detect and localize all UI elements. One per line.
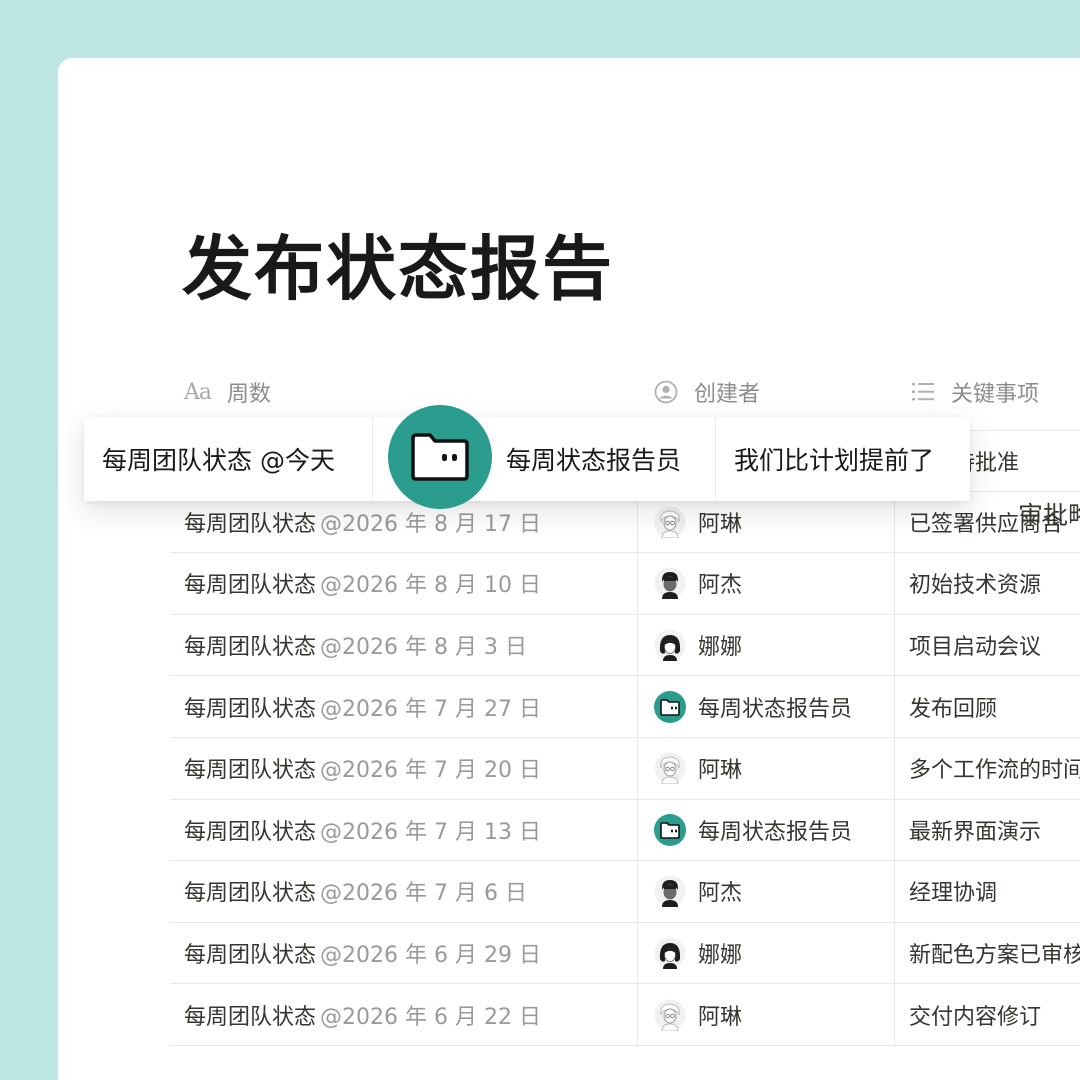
dragged-row-key-item: 我们比计划提前了 <box>734 446 935 475</box>
avatar <box>654 875 686 908</box>
week-cell[interactable]: 每周团队状态 @2026 年 8 月 3 日 <box>184 615 636 676</box>
week-cell[interactable]: 每周团队状态 @2026 年 6 月 22 日 <box>184 984 636 1045</box>
week-date-mention[interactable]: @2026 年 7 月 6 日 <box>320 875 527 907</box>
column-header-label: 周数 <box>227 382 272 407</box>
key-item-cell[interactable]: 初始技术资源 <box>894 553 1080 614</box>
table-row[interactable]: 每周团队状态 @2026 年 7 月 6 日 阿杰 经理协调 <box>170 861 1080 923</box>
key-item-text: 经理协调 <box>909 881 998 907</box>
avatar <box>654 629 686 662</box>
creator-cell[interactable]: 阿琳 <box>637 984 894 1045</box>
creator-name: 阿琳 <box>698 758 743 784</box>
table-row[interactable]: 每周团队状态 @2026 年 8 月 10 日 阿杰 初始技术资源 <box>170 553 1080 615</box>
creator-cell[interactable]: 阿琳 <box>637 737 894 799</box>
folder-face-icon <box>654 690 686 723</box>
creator-name: 娜娜 <box>698 943 743 969</box>
key-item-cell[interactable]: 最新界面演示 <box>894 799 1080 861</box>
dragged-row-creator: 每周状态报告员 <box>388 405 682 509</box>
creator-name: 阿琳 <box>698 1004 743 1030</box>
creator-name: 阿杰 <box>698 881 743 907</box>
avatar <box>654 506 686 538</box>
table-row[interactable]: 每周团队状态 @2026 年 6 月 22 日 阿琳 交付内容修订 <box>170 984 1080 1046</box>
key-item-text: 多个工作流的时间 <box>909 758 1080 784</box>
week-title: 每周团队状态 <box>184 943 317 969</box>
text-aa-icon: Aa <box>184 379 212 405</box>
week-date-mention[interactable]: @2026 年 6 月 29 日 <box>320 937 541 969</box>
week-title: 每周团队状态 <box>184 881 317 907</box>
creator-name: 阿琳 <box>698 511 743 537</box>
table-header: Aa 周数 创建者 关键事项 <box>170 370 1080 414</box>
week-cell[interactable]: 每周团队状态 @2026 年 7 月 20 日 <box>184 738 636 799</box>
key-item-cell[interactable]: 发布回顾 <box>894 676 1080 737</box>
creator-cell[interactable]: 阿杰 <box>637 553 894 614</box>
column-header-label: 关键事项 <box>951 382 1040 407</box>
column-header-creator[interactable]: 创建者 <box>654 370 760 414</box>
table-row[interactable]: 每周团队状态 @2026 年 8 月 3 日 娜娜 项目启动会议 <box>170 614 1080 677</box>
week-title: 每周团队状态 <box>184 696 317 722</box>
week-cell[interactable]: 每周团队状态 @2026 年 7 月 27 日 <box>184 676 636 737</box>
week-cell[interactable]: 每周团队状态 @2026 年 7 月 6 日 <box>184 861 636 922</box>
dragged-row[interactable]: 每周团队状态 @今天 每周状态报告员 我们比计划提前了 <box>84 405 970 509</box>
creator-name: 每周状态报告员 <box>698 696 853 722</box>
week-date-mention[interactable]: @2026 年 7 月 13 日 <box>320 814 541 846</box>
cell-divider <box>372 417 373 501</box>
key-item-text: 新配色方案已审核 <box>909 943 1080 969</box>
week-title: 每周团队状态 <box>184 819 317 845</box>
creator-cell[interactable]: 每周状态报告员 <box>637 676 894 737</box>
page-card: 发布状态报告 Aa 周数 创建者 关键事项 审批 每周团队状态 @2026 年 … <box>58 58 1080 1080</box>
key-item-cell[interactable]: 多个工作流的时间 <box>894 737 1080 799</box>
week-title: 每周团队状态 <box>184 635 317 661</box>
week-date-mention[interactable]: @2026 年 8 月 10 日 <box>320 567 541 599</box>
folder-face-icon <box>388 405 492 509</box>
key-item-text: 最新界面演示 <box>909 819 1042 845</box>
week-title: 每周团队状态 <box>184 758 317 784</box>
key-item-cell[interactable]: 交付内容修订 <box>894 984 1080 1045</box>
person-circle-icon <box>654 380 678 404</box>
list-icon <box>911 381 935 403</box>
week-title: 每周团队状态 <box>184 573 317 599</box>
creator-cell[interactable]: 娜娜 <box>637 614 894 676</box>
week-cell[interactable]: 每周团队状态 @2026 年 6 月 29 日 <box>184 923 636 984</box>
column-header-label: 创建者 <box>694 382 761 407</box>
creator-cell[interactable]: 每周状态报告员 <box>637 799 894 861</box>
creator-name: 娜娜 <box>698 635 743 661</box>
table-row[interactable]: 每周团队状态 @2026 年 7 月 20 日 阿琳 多个工作流的时间 <box>170 737 1080 800</box>
avatar <box>654 937 686 970</box>
key-item-text: 初始技术资源 <box>909 573 1042 599</box>
cell-divider <box>715 417 716 501</box>
table-row[interactable]: 每周团队状态 @2026 年 7 月 27 日 每周状态报告员 发布回顾 <box>170 676 1080 738</box>
week-date-mention[interactable]: @2026 年 7 月 20 日 <box>320 752 541 784</box>
week-date-mention[interactable]: @2026 年 6 月 22 日 <box>320 999 541 1031</box>
key-item-text: 发布回顾 <box>909 696 998 722</box>
week-title: 每周团队状态 <box>184 1004 317 1030</box>
week-title: 每周团队状态 <box>184 511 317 537</box>
key-item-text: 项目启动会议 <box>909 635 1042 661</box>
avatar <box>654 999 686 1031</box>
week-date-mention[interactable]: @2026 年 8 月 17 日 <box>320 506 541 538</box>
column-header-key-items[interactable]: 关键事项 <box>911 370 1039 414</box>
avatar <box>654 567 686 600</box>
creator-name: 阿杰 <box>698 573 743 599</box>
week-date-mention[interactable]: @2026 年 8 月 3 日 <box>320 629 527 661</box>
key-item-cell[interactable]: 新配色方案已审核 <box>894 922 1080 984</box>
table-row[interactable]: 每周团队状态 @2026 年 6 月 29 日 娜娜 新配色方案已审核 <box>170 922 1080 985</box>
key-item-cell[interactable]: 经理协调 <box>894 861 1080 922</box>
table-body: 每周团队状态 @上周一 阿杰 预算待批准 每周团队状态 @2026 年 8 月 … <box>170 430 1080 1046</box>
week-cell[interactable]: 每周团队状态 @2026 年 8 月 10 日 <box>184 553 636 614</box>
hidden-row-key-text: 审批略有延 <box>1018 501 1080 530</box>
key-item-text: 交付内容修订 <box>909 1004 1042 1030</box>
avatar <box>654 752 686 785</box>
column-header-week[interactable]: Aa 周数 <box>184 370 271 414</box>
creator-name: 每周状态报告员 <box>698 819 853 845</box>
week-cell[interactable]: 每周团队状态 @2026 年 7 月 13 日 <box>184 800 636 861</box>
key-item-cell[interactable]: 项目启动会议 <box>894 614 1080 676</box>
creator-cell[interactable]: 阿杰 <box>637 861 894 922</box>
folder-face-icon <box>654 813 686 846</box>
week-date-mention[interactable]: @2026 年 7 月 27 日 <box>320 691 541 723</box>
dragged-row-creator-name: 每周状态报告员 <box>506 446 682 475</box>
creator-cell[interactable]: 娜娜 <box>637 922 894 984</box>
table-row[interactable]: 每周团队状态 @2026 年 7 月 13 日 每周状态报告员 最新界面演示 <box>170 799 1080 862</box>
page-title: 发布状态报告 <box>182 228 614 310</box>
dragged-row-week: 每周团队状态 @今天 <box>102 446 335 475</box>
